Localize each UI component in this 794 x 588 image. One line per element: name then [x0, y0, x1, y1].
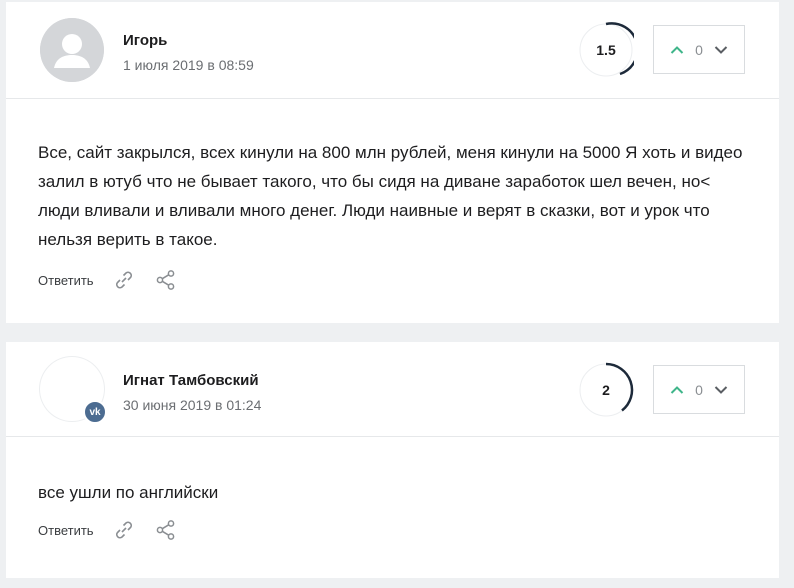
- vote-up-chevron-icon[interactable]: [669, 382, 685, 398]
- link-icon[interactable]: [112, 518, 136, 542]
- vote-up-chevron-icon[interactable]: [669, 42, 685, 58]
- comment-text: Все, сайт закрылся, всех кинули на 800 м…: [38, 143, 743, 249]
- reply-button[interactable]: Ответить: [38, 273, 94, 288]
- avatar: [40, 18, 104, 82]
- comment-date: 30 июня 2019 в 01:24: [123, 397, 262, 413]
- vote-count: 0: [695, 381, 703, 398]
- rating-badge: 1.5: [578, 22, 634, 78]
- comment-text: все ушли по английски: [38, 483, 219, 502]
- comment-header: Игорь 1 июля 2019 в 08:59 1.5 0: [6, 2, 779, 99]
- vote-count: 0: [695, 41, 703, 58]
- share-icon[interactable]: [154, 518, 178, 542]
- comment-actions: Ответить: [38, 518, 178, 542]
- vote-box: 0: [653, 25, 745, 74]
- vote-box: 0: [653, 365, 745, 414]
- share-icon[interactable]: [154, 268, 178, 292]
- user-silhouette-icon: [40, 18, 104, 82]
- comment-card: vk Игнат Тамбовский 30 июня 2019 в 01:24…: [6, 342, 779, 578]
- rating-value: 2: [602, 382, 610, 398]
- comment-card: Игорь 1 июля 2019 в 08:59 1.5 0 Все, сай…: [6, 2, 779, 323]
- link-icon[interactable]: [112, 268, 136, 292]
- comment-date: 1 июля 2019 в 08:59: [123, 57, 254, 73]
- reply-button[interactable]: Ответить: [38, 523, 94, 538]
- vk-icon: vk: [83, 400, 107, 424]
- vote-down-chevron-icon[interactable]: [713, 42, 729, 58]
- rating-value: 1.5: [596, 42, 616, 58]
- author-name[interactable]: Игнат Тамбовский: [123, 372, 259, 389]
- comment-actions: Ответить: [38, 268, 178, 292]
- author-name[interactable]: Игорь: [123, 32, 167, 49]
- rating-badge: 2: [578, 362, 634, 418]
- comment-header: vk Игнат Тамбовский 30 июня 2019 в 01:24…: [6, 342, 779, 437]
- vote-down-chevron-icon[interactable]: [713, 382, 729, 398]
